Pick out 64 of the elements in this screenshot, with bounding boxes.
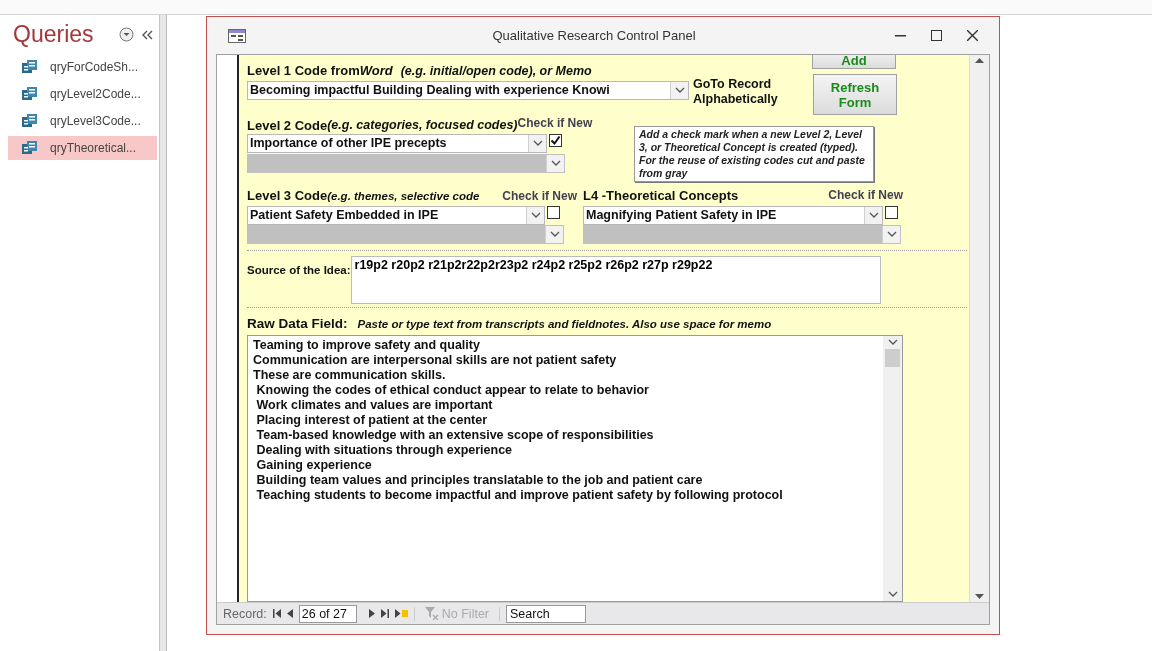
chevron-down-icon[interactable] bbox=[550, 160, 561, 167]
checkbox-label: Check if New bbox=[828, 188, 903, 202]
first-record-icon[interactable] bbox=[272, 609, 281, 618]
scroll-down-icon[interactable] bbox=[975, 594, 984, 600]
add-button[interactable]: Add bbox=[812, 55, 896, 69]
query-item[interactable]: qryLevel2Code... bbox=[8, 82, 157, 106]
query-icon bbox=[22, 141, 38, 155]
checkbox-label: Check if New bbox=[502, 189, 577, 203]
query-item[interactable]: qryForCodeSh... bbox=[8, 55, 157, 79]
combo-box[interactable]: Magnifying Patient Safety in IPE bbox=[583, 206, 883, 225]
field-label: Source of the Idea: bbox=[247, 264, 351, 276]
hint-text: Paste or type text from transcripts and fieldnotes. Also use space for memo bbox=[357, 318, 772, 330]
new-record-icon[interactable] bbox=[394, 609, 408, 618]
field-label: GoTo Record Alphabetically bbox=[693, 77, 779, 107]
field-label: Level 2 Code bbox=[247, 118, 328, 133]
chevron-down-icon[interactable] bbox=[549, 231, 560, 238]
source-field[interactable]: r19p2 r20p2 r21p2r22p2r23p2 r24p2 r25p2 r26p2 r27p r29p22 bbox=[350, 256, 881, 304]
hint-text: (e.g. categories, focused codes) bbox=[327, 118, 518, 132]
checkbox[interactable] bbox=[547, 206, 560, 219]
dropdown-icon[interactable] bbox=[119, 27, 134, 42]
maximize-icon[interactable] bbox=[930, 30, 942, 41]
query-item[interactable]: qryLevel3Code... bbox=[8, 109, 157, 133]
chevron-down-icon[interactable] bbox=[674, 87, 685, 94]
field-label: L4 -Theoretical Concepts bbox=[583, 188, 739, 203]
checkbox-label: Check if New bbox=[517, 116, 593, 130]
minimize-icon[interactable] bbox=[894, 34, 906, 37]
raw-data-field[interactable]: Teaming to improve safety and quality Communication are interpersonal skills are not patient safety These are communication skills. Knowing the codes of ethical conduct appear to relate to behavior Work climates and values are important Placing interest of patient at the center Team-based knowledge with an extensive scope of responsibilities Dealing with situations through experience Gaining experience Building team values and principles translatable to the job and patient care Teaching students to become impactful and improve patient safety by following protocol bbox=[247, 335, 903, 602]
scroll-thumb[interactable] bbox=[885, 349, 900, 367]
filter-icon bbox=[424, 607, 439, 620]
window-title: Qualitative Research Control Panel bbox=[491, 28, 697, 43]
pane-title: Queries bbox=[13, 21, 94, 48]
close-icon[interactable] bbox=[966, 30, 978, 41]
chevron-down-icon[interactable] bbox=[532, 140, 543, 147]
refresh-button[interactable]: Refresh Form bbox=[813, 74, 897, 115]
record-label: Record: bbox=[223, 606, 267, 621]
record-number-field[interactable]: 26 of 27 bbox=[298, 604, 357, 623]
combo-box[interactable]: Becoming impactful Building Dealing with experience Knowi bbox=[247, 81, 689, 100]
query-icon bbox=[22, 87, 38, 101]
hint-text: (e.g. themes, selective code bbox=[327, 190, 480, 202]
scroll-down-icon[interactable] bbox=[887, 591, 898, 598]
checkbox[interactable] bbox=[885, 206, 898, 219]
field-label: Word bbox=[359, 63, 393, 78]
chevron-down-icon[interactable] bbox=[868, 212, 879, 219]
hint-text: (e.g. initial/open code), or Memo bbox=[400, 64, 592, 78]
search-field[interactable]: Search bbox=[506, 604, 586, 623]
field-label: Level 3 Code bbox=[247, 188, 328, 203]
field-label: Level 1 Code from bbox=[247, 63, 360, 78]
query-icon bbox=[22, 114, 38, 128]
scroll-up-icon[interactable] bbox=[975, 57, 984, 63]
checkbox[interactable] bbox=[549, 134, 562, 147]
scroll-up-icon[interactable] bbox=[887, 339, 898, 346]
form-icon bbox=[228, 28, 246, 43]
chevron-down-icon[interactable] bbox=[886, 231, 897, 238]
combo-box[interactable]: Importance of other IPE precepts bbox=[247, 134, 547, 153]
collapse-icon[interactable] bbox=[142, 29, 153, 40]
last-record-icon[interactable] bbox=[380, 609, 389, 618]
query-icon bbox=[22, 60, 38, 74]
query-item[interactable]: qryTheoretical... bbox=[8, 136, 157, 160]
previous-record-icon[interactable] bbox=[286, 609, 293, 618]
field-label: Raw Data Field: bbox=[247, 316, 348, 331]
note-text: Add a check mark when a new Level 2, Level 3, or Theoretical Concept is created (typed). For the reuse of existing codes cut and paste from gray bbox=[634, 126, 874, 182]
chevron-down-icon[interactable] bbox=[530, 212, 541, 219]
combo-box[interactable]: Patient Safety Embedded in IPE bbox=[247, 206, 545, 225]
next-record-icon[interactable] bbox=[368, 609, 375, 618]
